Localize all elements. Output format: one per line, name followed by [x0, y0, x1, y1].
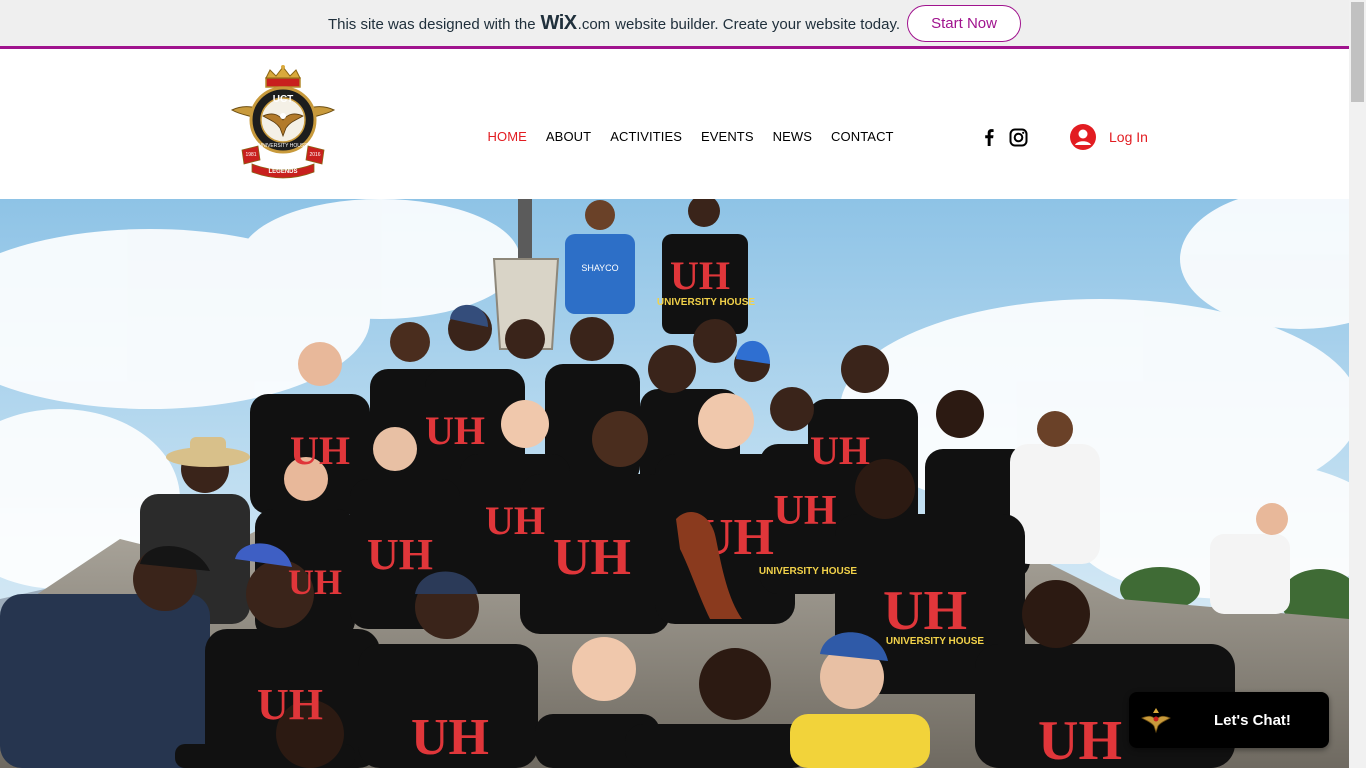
- shirt-print: UH: [425, 408, 485, 453]
- shirt-print: UH: [288, 562, 342, 602]
- shirt-print: UH: [553, 529, 631, 586]
- wix-logo[interactable]: WiX: [541, 12, 578, 35]
- user-avatar-icon: [1070, 124, 1096, 150]
- wix-promo-text-before: This site was designed with the: [327, 15, 536, 33]
- chat-widget-button[interactable]: Let's Chat!: [1129, 692, 1329, 748]
- login-label: Log In: [1109, 129, 1148, 145]
- wix-promo-text-after: website builder. Create your website tod…: [615, 15, 901, 33]
- logo-year-right: 2016: [309, 152, 320, 158]
- nav-item-contact[interactable]: CONTACT: [822, 129, 904, 144]
- nav-item-activities[interactable]: ACTIVITIES: [601, 129, 692, 144]
- crown-icon: [265, 65, 301, 88]
- nav-item-events[interactable]: EVENTS: [692, 129, 764, 144]
- wix-logo-suffix: .com: [577, 15, 611, 33]
- shirt-tagline: UNIVERSITY HOUSE: [759, 566, 857, 577]
- hero-group-photo: SHAYCO UH UH UH UH UH UH UH UH UH UH UH …: [0, 199, 1349, 768]
- chat-logo-icon: [1141, 708, 1171, 734]
- nav-item-news[interactable]: NEWS: [763, 129, 821, 144]
- shirt-print: UH: [411, 709, 489, 766]
- shirt-tagline: UNIVERSITY HOUSE: [886, 636, 984, 647]
- shirt-print: UH: [670, 253, 730, 298]
- shirt-print: UH: [290, 428, 350, 473]
- uct-university-house-logo[interactable]: UCT UNIVERSITY HOUSE 1981 2016 LEGENDS: [230, 64, 336, 180]
- shirt-tagline: UNIVERSITY HOUSE: [657, 297, 755, 308]
- main-nav: HOME ABOUT ACTIVITIES EVENTS NEWS CONTAC…: [478, 129, 903, 144]
- wix-promo-banner: This site was designed with the WiX .com…: [0, 0, 1349, 49]
- logo-ring-text: UNIVERSITY HOUSE: [258, 143, 308, 149]
- page-scrollbar[interactable]: [1349, 0, 1366, 768]
- start-now-button[interactable]: Start Now: [907, 4, 1022, 42]
- nav-item-home[interactable]: HOME: [478, 129, 536, 144]
- wix-promo-message: This site was designed with the WiX .com…: [328, 12, 900, 35]
- shirt-print: UH: [367, 530, 433, 579]
- instagram-icon[interactable]: [1009, 128, 1028, 147]
- login-button[interactable]: Log In: [1070, 124, 1148, 150]
- group-photo-image: SHAYCO UH UH UH UH UH UH UH UH UH UH UH …: [0, 199, 1349, 768]
- shirt-print: UH: [774, 488, 837, 534]
- facebook-icon[interactable]: [980, 128, 999, 147]
- shirt-print: UH: [883, 580, 967, 642]
- shirt-print: UH: [485, 498, 545, 543]
- shirt-print: UH: [257, 680, 323, 729]
- shirt-print: UH: [810, 428, 870, 473]
- chat-label: Let's Chat!: [1214, 711, 1291, 729]
- shirt-print: UH: [1038, 710, 1122, 768]
- social-bar: [980, 128, 1028, 147]
- scrollbar-thumb[interactable]: [1351, 2, 1364, 102]
- site-header: UCT UNIVERSITY HOUSE 1981 2016 LEGENDS H…: [0, 52, 1349, 199]
- shirt-sign-text: SHAYCO: [581, 263, 618, 273]
- logo-top-text: UCT: [273, 94, 294, 105]
- nav-item-about[interactable]: ABOUT: [536, 129, 600, 144]
- logo-year-left: 1981: [245, 152, 256, 158]
- logo-ribbon-text: LEGENDS: [268, 169, 297, 175]
